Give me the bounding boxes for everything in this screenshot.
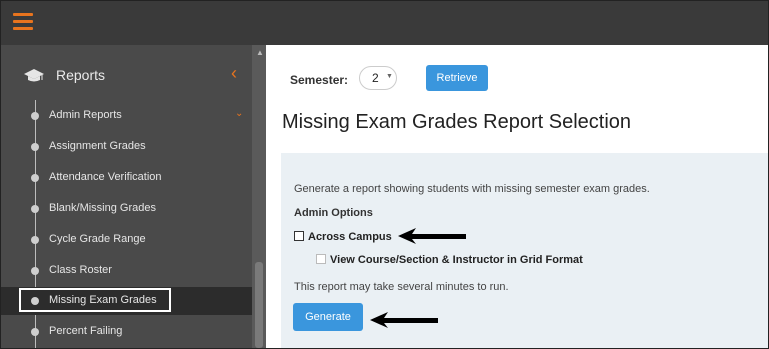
chevron-down-icon: ▼ bbox=[386, 73, 393, 80]
sidebar-item-blank-missing-grades[interactable]: Blank/Missing Grades bbox=[1, 195, 252, 223]
run-time-note: This report may take several minutes to … bbox=[294, 281, 509, 293]
chevron-down-icon[interactable]: ⌄ bbox=[235, 108, 243, 119]
sidebar-item-percent-failing[interactable]: Percent Failing bbox=[1, 318, 252, 346]
hamburger-icon[interactable] bbox=[13, 13, 33, 31]
sidebar-header: Reports ‹ bbox=[1, 59, 252, 95]
scrollbar-thumb[interactable] bbox=[255, 262, 263, 348]
sidebar-item-missing-exam-grades[interactable]: Missing Exam Grades bbox=[1, 287, 252, 315]
semester-select[interactable]: 2 ▼ bbox=[359, 66, 397, 90]
bullet-icon bbox=[31, 297, 39, 305]
top-bar bbox=[1, 1, 768, 45]
sidebar-item-label: Attendance Verification bbox=[49, 171, 162, 183]
report-options-panel: Generate a report showing students with … bbox=[281, 153, 768, 348]
bullet-icon bbox=[31, 236, 39, 244]
sidebar-item-label: Assignment Grades bbox=[49, 140, 146, 152]
sidebar-item-assignment-grades[interactable]: Assignment Grades bbox=[1, 133, 252, 161]
semester-value: 2 bbox=[372, 71, 379, 85]
grid-format-checkbox[interactable] bbox=[316, 254, 326, 264]
across-campus-checkbox[interactable] bbox=[294, 231, 304, 241]
graduation-cap-icon bbox=[24, 69, 44, 82]
sidebar-item-attendance-verification[interactable]: Attendance Verification bbox=[1, 164, 252, 192]
sidebar: Reports ‹ Admin Reports ⌄ Assignment Gra… bbox=[1, 45, 252, 348]
page-title: Missing Exam Grades Report Selection bbox=[282, 111, 632, 133]
sidebar-item-class-roster[interactable]: Class Roster bbox=[1, 257, 252, 285]
arrow-left-icon bbox=[370, 312, 438, 328]
across-campus-option[interactable]: Across Campus bbox=[294, 231, 392, 243]
arrow-left-icon bbox=[398, 228, 466, 244]
grid-format-option[interactable]: View Course/Section & Instructor in Grid… bbox=[316, 254, 583, 266]
bullet-icon bbox=[31, 267, 39, 275]
retrieve-button[interactable]: Retrieve bbox=[426, 65, 488, 91]
grid-format-label: View Course/Section & Instructor in Grid… bbox=[330, 254, 583, 266]
sidebar-title: Reports bbox=[56, 67, 106, 83]
semester-label: Semester: bbox=[290, 73, 349, 87]
sidebar-item-label: Admin Reports bbox=[49, 109, 122, 121]
sidebar-item-label: Percent Failing bbox=[49, 325, 123, 337]
sidebar-item-label: Cycle Grade Range bbox=[49, 233, 146, 245]
main-content: Semester: 2 ▼ Retrieve Missing Exam Grad… bbox=[266, 45, 768, 348]
sidebar-item-admin-reports[interactable]: Admin Reports ⌄ bbox=[1, 102, 252, 130]
bullet-icon bbox=[31, 174, 39, 182]
across-campus-label: Across Campus bbox=[308, 231, 392, 243]
admin-options-heading: Admin Options bbox=[294, 207, 373, 219]
sidebar-item-cycle-grade-range[interactable]: Cycle Grade Range bbox=[1, 226, 252, 254]
bullet-icon bbox=[31, 112, 39, 120]
report-description: Generate a report showing students with … bbox=[294, 183, 650, 195]
bullet-icon bbox=[31, 143, 39, 151]
sidebar-item-label: Blank/Missing Grades bbox=[49, 202, 156, 214]
sidebar-item-label: Missing Exam Grades bbox=[49, 294, 157, 306]
chevron-left-icon[interactable]: ‹ bbox=[231, 63, 237, 84]
bullet-icon bbox=[31, 328, 39, 336]
generate-button[interactable]: Generate bbox=[293, 303, 363, 331]
sidebar-item-label: Class Roster bbox=[49, 264, 112, 276]
scroll-up-icon[interactable]: ▲ bbox=[256, 48, 264, 57]
bullet-icon bbox=[31, 205, 39, 213]
